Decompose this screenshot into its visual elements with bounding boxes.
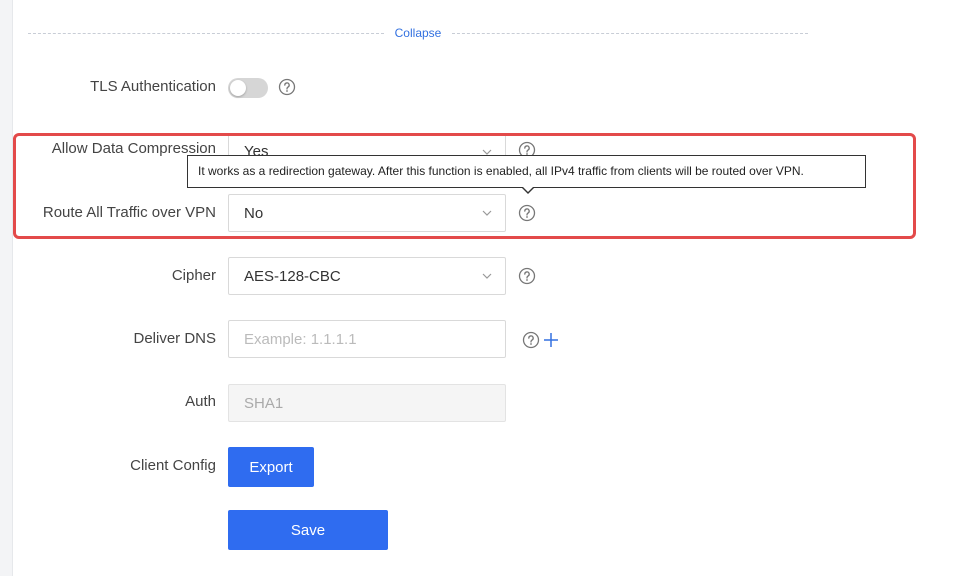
save-button[interactable]: Save [228,510,388,550]
cipher-value: AES-128-CBC [244,268,341,285]
left-rail [0,0,13,576]
question-circle-icon[interactable] [522,331,540,349]
cipher-label: Cipher [171,267,216,284]
auth-label: Auth [185,393,216,410]
question-circle-icon[interactable] [278,78,296,96]
route-all-value: No [244,205,264,222]
question-circle-icon[interactable] [518,267,536,285]
plus-icon[interactable] [543,332,559,348]
chevron-down-icon [482,273,492,279]
deliver-dns-label: Deliver DNS [133,330,216,347]
deliver-dns-input[interactable] [228,320,506,358]
tls-auth-label: TLS Authentication [90,78,216,95]
cipher-select[interactable]: AES-128-CBC [228,257,506,295]
question-circle-icon[interactable] [518,204,536,222]
divider-left [28,33,384,34]
tooltip: It works as a redirection gateway. After… [187,155,866,188]
route-all-label: Route All Traffic over VPN [42,204,216,221]
route-all-select[interactable]: No [228,194,506,232]
auth-input [228,384,506,422]
tls-auth-toggle[interactable] [228,78,268,98]
tooltip-arrow-inner [522,186,534,192]
chevron-down-icon [482,210,492,216]
divider-right [452,33,808,34]
toggle-knob [230,80,246,96]
client-config-label: Client Config [130,457,216,474]
collapse-link[interactable]: Collapse [384,26,452,40]
export-button[interactable]: Export [228,447,314,487]
